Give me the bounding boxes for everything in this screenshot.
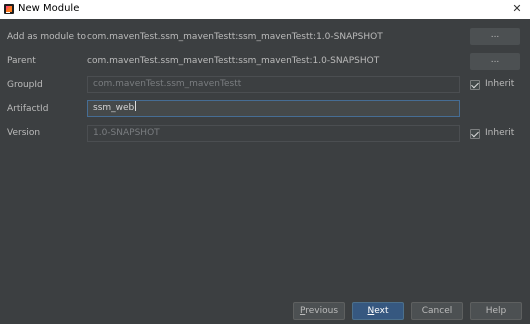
groupid-label: GroupId: [7, 80, 43, 90]
groupid-field[interactable]: com.mavenTest.ssm_mavenTestt: [87, 76, 460, 93]
intellij-app-icon: [4, 4, 14, 14]
checkbox-checked-icon[interactable]: [470, 129, 480, 139]
parent-label: Parent: [7, 56, 36, 66]
previous-button[interactable]: Previous: [293, 302, 345, 320]
title-bar: New Module ✕: [0, 0, 530, 19]
parent-browse-button[interactable]: ...: [470, 53, 520, 70]
version-field[interactable]: 1.0-SNAPSHOT: [87, 125, 460, 142]
cancel-button[interactable]: Cancel: [411, 302, 463, 320]
groupid-inherit-label: Inherit: [485, 79, 515, 89]
parent-value: com.mavenTest.ssm_mavenTestt:ssm_mavenTe…: [87, 56, 380, 66]
artifactid-label: ArtifactId: [7, 104, 49, 114]
artifactid-value: ssm_web: [93, 103, 135, 113]
window-title: New Module: [18, 3, 80, 14]
add-as-module-to-value: com.mavenTest.ssm_mavenTestt:ssm_mavenTe…: [87, 32, 383, 42]
add-as-module-to-label: Add as module to: [7, 32, 86, 42]
close-icon[interactable]: ✕: [504, 0, 530, 19]
help-button[interactable]: Help: [470, 302, 522, 320]
next-label-rest: ext: [374, 306, 389, 316]
artifactid-field[interactable]: ssm_web: [87, 100, 460, 117]
checkbox-checked-icon[interactable]: [470, 80, 480, 90]
next-button[interactable]: Next: [352, 302, 404, 320]
version-inherit-label: Inherit: [485, 128, 515, 138]
add-as-module-browse-button[interactable]: ...: [470, 28, 520, 45]
text-caret: [135, 101, 137, 111]
previous-label-rest: revious: [305, 306, 339, 316]
version-label: Version: [7, 128, 41, 138]
